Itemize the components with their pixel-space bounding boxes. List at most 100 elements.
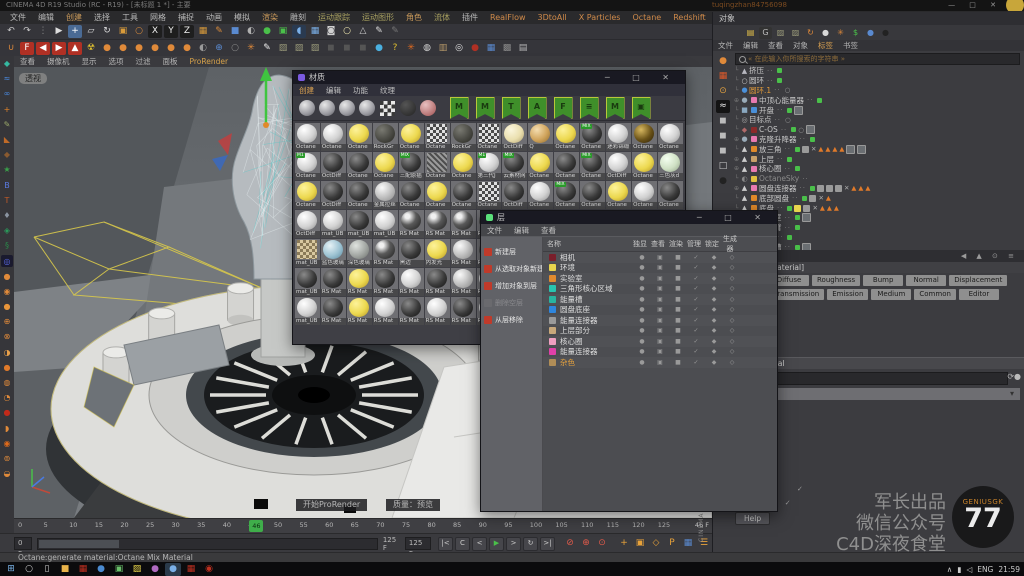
material-thumbnail[interactable]: Octane — [295, 123, 320, 151]
material-thumbnail[interactable]: RS Mat — [425, 210, 450, 238]
palette-icon[interactable]: ◈ — [1, 225, 13, 237]
panel-icon[interactable]: ↻ — [804, 27, 817, 39]
menu-item[interactable]: 对象 — [793, 40, 808, 51]
panel-icon[interactable]: ● — [819, 27, 832, 39]
keyframe-button[interactable]: ◇ — [649, 537, 663, 550]
toolbar-icon[interactable]: ● — [100, 42, 114, 55]
panel-icon[interactable]: ● — [864, 27, 877, 39]
toolbar-icon[interactable]: ◼ — [340, 42, 354, 55]
panel-icon[interactable]: ▤ — [744, 27, 757, 39]
material-thumbnail[interactable]: Octane — [347, 123, 372, 151]
transport-button[interactable]: < — [472, 537, 487, 551]
toolbar-icon[interactable]: ✳ — [244, 42, 258, 55]
palette-icon[interactable]: ♦ — [1, 209, 13, 221]
toolbar-icon[interactable]: ◍ — [420, 42, 434, 55]
object-row[interactable]: └▲放三角··✕▲▲▲▲ — [733, 144, 1023, 154]
material-thumbnail[interactable]: 蓝色玻璃 — [321, 239, 346, 267]
menu-item[interactable]: 模拟 — [234, 12, 250, 23]
panel-icon[interactable]: G — [759, 27, 772, 39]
menu-item[interactable]: 文件 — [10, 12, 26, 23]
strip-icon[interactable]: ◼ — [716, 130, 730, 143]
timeline-ruler[interactable]: 46 F 05101520253035404550556065707580859… — [14, 518, 712, 534]
material-thumbnail[interactable]: MIXOctane — [580, 123, 605, 151]
object-row[interactable]: └▲挤压·· — [733, 66, 1023, 76]
toolbar-icon[interactable]: ● — [164, 42, 178, 55]
toolbar-icon[interactable]: ◖ — [292, 25, 306, 38]
keyframe-button[interactable]: P — [665, 537, 679, 550]
menu-item[interactable]: 选项 — [109, 56, 124, 67]
sphere-preview-icon[interactable] — [319, 100, 335, 116]
bookmark-flag-icon[interactable]: A — [528, 97, 547, 119]
palette-icon[interactable]: ◉ — [1, 285, 13, 297]
strip-icon[interactable]: ● — [716, 55, 730, 68]
layer-row[interactable]: 核心圈●▣■✓◆◇ — [543, 336, 777, 347]
material-thumbnail[interactable]: RS Mat — [373, 239, 398, 267]
palette-icon[interactable]: ≈ — [1, 73, 13, 85]
layer-sidebar-button[interactable]: 新建层 — [481, 243, 542, 260]
toolbar-icon[interactable]: ↷ — [20, 25, 34, 38]
palette-icon[interactable]: ◗ — [1, 422, 13, 434]
toolbar-icon[interactable]: ▶ — [52, 42, 66, 55]
toolbar-icon[interactable]: ▶ — [52, 25, 66, 38]
toolbar-icon[interactable]: ▦ — [196, 25, 210, 38]
toolbar-icon[interactable]: ▦ — [308, 25, 322, 38]
toolbar-icon[interactable]: ▥ — [436, 42, 450, 55]
material-thumbnail[interactable]: OctDiff — [606, 152, 631, 180]
material-thumbnail[interactable]: mat_UB — [347, 210, 372, 238]
layer-sidebar-button[interactable]: 删除空层 — [481, 294, 542, 311]
checker-preview-icon[interactable] — [380, 101, 395, 116]
palette-icon[interactable]: ⊗ — [1, 331, 13, 343]
palette-icon[interactable]: ◣ — [1, 134, 13, 146]
layer-row[interactable]: 上层部分●▣■✓◆◇ — [543, 326, 777, 337]
material-thumbnail[interactable]: Octane — [451, 181, 476, 209]
object-row[interactable]: └○圆环·· — [733, 76, 1023, 86]
palette-icon[interactable]: ◔ — [1, 392, 13, 404]
menu-item[interactable]: 编辑 — [514, 225, 529, 236]
menu-item[interactable]: RealFlow — [490, 13, 526, 22]
palette-icon[interactable]: ◆ — [1, 58, 13, 70]
toolbar-icon[interactable]: ⊕ — [212, 42, 226, 55]
strip-icon[interactable]: ⊙ — [716, 85, 730, 98]
panel-icon[interactable]: ▨ — [789, 27, 802, 39]
toolbar-icon[interactable]: Z — [180, 25, 194, 38]
range-slider[interactable] — [37, 538, 378, 550]
palette-icon[interactable]: + — [1, 103, 13, 115]
taskbar-icon[interactable]: ■ — [57, 563, 73, 576]
toolbar-icon[interactable]: F — [20, 42, 34, 55]
object-row[interactable]: └▲底部圆盘··✕▲ — [733, 193, 1023, 203]
strip-icon[interactable]: ● — [716, 175, 730, 188]
menu-item[interactable]: 运动跟踪 — [318, 12, 350, 23]
toolbar-icon[interactable]: ◼ — [356, 42, 370, 55]
material-thumbnail[interactable]: OctDiff — [502, 123, 527, 151]
material-thumbnail[interactable]: Q — [528, 123, 553, 151]
material-thumbnail[interactable]: RS Mat — [373, 297, 398, 325]
transport-button[interactable]: ↻ — [523, 537, 538, 551]
palette-icon[interactable]: ◉ — [1, 437, 13, 449]
material-thumbnail[interactable]: Octane — [554, 123, 579, 151]
layer-row[interactable]: 实验室●▣■✓◆◇ — [543, 273, 777, 284]
bookmark-flag-icon[interactable]: ≡ — [580, 97, 599, 119]
menu-item[interactable]: 文件 — [487, 225, 502, 236]
layer-manager-window[interactable]: 层 ─ □ ✕ 文件编辑查看 新建层从选取对象新建层增加对象到层删除空层从层移除… — [480, 210, 778, 512]
taskbar-icon[interactable]: ⊞ — [3, 563, 19, 576]
attribute-tab-displacement[interactable]: Displacement — [949, 275, 1007, 286]
material-thumbnail[interactable]: Octane — [632, 181, 657, 209]
palette-icon[interactable]: ⊕ — [1, 316, 13, 328]
menu-item[interactable]: 3DtoAll — [538, 13, 567, 22]
palette-icon[interactable]: ⊚ — [1, 452, 13, 464]
material-thumbnail[interactable]: Octane — [425, 123, 450, 151]
material-thumbnail[interactable]: Octane — [632, 123, 657, 151]
menu-item[interactable]: 功能 — [353, 85, 368, 96]
transport-button[interactable]: ▶ — [489, 537, 504, 551]
panel-icon[interactable]: $ — [849, 27, 862, 39]
toolbar-icon[interactable]: ● — [372, 42, 386, 55]
transport-button[interactable]: C — [455, 537, 470, 551]
toolbar-icon[interactable]: ■ — [228, 25, 242, 38]
taskbar-icon[interactable]: ● — [165, 563, 181, 576]
attributes-header-icons[interactable]: ◀ ▲ ⊙ ≡ — [961, 250, 1018, 262]
material-thumbnail[interactable]: RS Mat — [373, 268, 398, 296]
menu-item[interactable]: 摄像机 — [47, 56, 70, 67]
material-thumbnail[interactable]: OctDiff — [295, 210, 320, 238]
object-row[interactable]: └◎目标点··○ — [733, 115, 1023, 125]
palette-icon[interactable]: ◆ — [1, 149, 13, 161]
